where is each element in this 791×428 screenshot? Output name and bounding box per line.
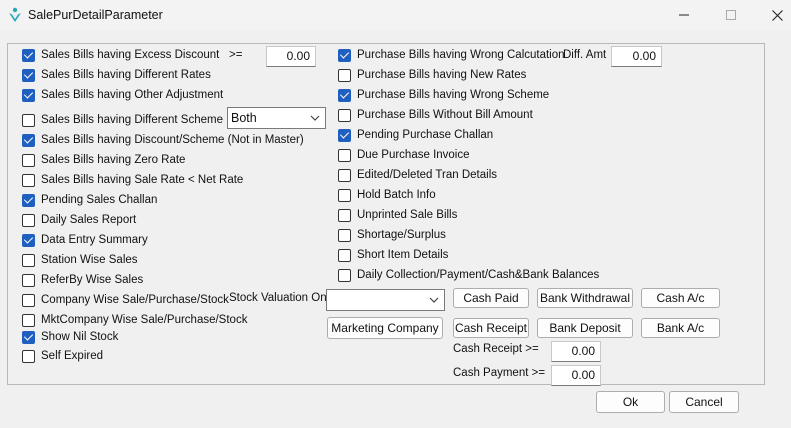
checkbox[interactable] <box>22 88 35 102</box>
checkbox[interactable] <box>22 233 35 247</box>
diff-amt-input[interactable]: 0.00 <box>611 46 662 67</box>
scheme-type-select[interactable]: Both <box>227 107 326 129</box>
cash-receipt-filter-label: Cash Receipt >= <box>453 343 539 355</box>
cash-paid-button[interactable]: Cash Paid <box>453 288 529 308</box>
minimize-button[interactable] <box>669 4 699 26</box>
diff-amt-label: Diff. Amt <box>563 49 607 61</box>
checkbox[interactable] <box>338 48 351 62</box>
checkbox[interactable] <box>338 208 351 222</box>
option-sales-other-adjustment[interactable]: Sales Bills having Other Adjustment <box>22 87 223 103</box>
bank-withdrawal-button[interactable]: Bank Withdrawal <box>537 288 633 308</box>
checkbox[interactable] <box>22 68 35 82</box>
checkbox[interactable] <box>338 168 351 182</box>
chevron-down-icon <box>429 297 439 303</box>
checkbox[interactable] <box>338 148 351 162</box>
option-sales-rate-below-net[interactable]: Sales Bills having Sale Rate < Net Rate <box>22 172 243 188</box>
checkbox[interactable] <box>22 313 35 327</box>
cash-ac-button[interactable]: Cash A/c <box>641 288 720 308</box>
excess-discount-operator: >= <box>229 49 243 61</box>
option-purchase-wrong-scheme[interactable]: Purchase Bills having Wrong Scheme <box>338 87 549 103</box>
checkbox[interactable] <box>22 293 35 307</box>
checkbox[interactable] <box>338 88 351 102</box>
checkbox[interactable] <box>22 330 35 344</box>
checkbox[interactable] <box>22 48 35 62</box>
cash-receipt-filter-input[interactable]: 0.00 <box>551 341 601 362</box>
close-button[interactable] <box>762 4 791 26</box>
checkbox[interactable] <box>338 188 351 202</box>
option-sales-different-scheme[interactable]: Sales Bills having Different Scheme <box>22 112 223 128</box>
checkbox[interactable] <box>338 108 351 122</box>
maximize-button[interactable] <box>716 4 746 26</box>
scheme-type-value: Both <box>231 111 257 125</box>
option-pending-sales-challan[interactable]: Pending Sales Challan <box>22 192 157 208</box>
checkbox[interactable] <box>22 253 35 267</box>
ok-button[interactable]: Ok <box>596 391 665 413</box>
option-edited-deleted-tran[interactable]: Edited/Deleted Tran Details <box>338 167 497 183</box>
option-company-wise-stock[interactable]: Company Wise Sale/Purchase/Stock <box>22 292 229 308</box>
stock-valuation-select[interactable] <box>326 289 445 311</box>
cancel-button[interactable]: Cancel <box>669 391 739 413</box>
option-purchase-wrong-calculation[interactable]: Purchase Bills having Wrong Calcutation <box>338 47 565 63</box>
option-self-expired[interactable]: Self Expired <box>22 348 103 364</box>
marketing-company-button[interactable]: Marketing Company <box>327 317 443 339</box>
bank-ac-button[interactable]: Bank A/c <box>641 318 720 338</box>
checkbox[interactable] <box>338 248 351 262</box>
cash-payment-filter-input[interactable]: 0.00 <box>551 365 601 386</box>
minimize-icon <box>679 14 689 16</box>
checkbox[interactable] <box>22 153 35 167</box>
option-daily-collection[interactable]: Daily Collection/Payment/Cash&Bank Balan… <box>338 267 599 283</box>
bank-deposit-button[interactable]: Bank Deposit <box>537 318 633 338</box>
checkbox[interactable] <box>22 273 35 287</box>
stock-valuation-label: Stock Valuation On <box>229 292 327 304</box>
checkbox[interactable] <box>22 193 35 207</box>
checkbox[interactable] <box>338 128 351 142</box>
option-station-wise-sales[interactable]: Station Wise Sales <box>22 252 138 268</box>
option-show-nil-stock[interactable]: Show Nil Stock <box>22 329 118 345</box>
option-short-item-details[interactable]: Short Item Details <box>338 247 448 263</box>
option-sales-different-rates[interactable]: Sales Bills having Different Rates <box>22 67 211 83</box>
title-bar: SalePurDetailParameter <box>0 0 791 30</box>
checkbox[interactable] <box>338 268 351 282</box>
checkbox[interactable] <box>22 133 35 147</box>
window-title: SalePurDetailParameter <box>28 8 163 22</box>
option-daily-sales-report[interactable]: Daily Sales Report <box>22 212 136 228</box>
checkbox[interactable] <box>22 173 35 187</box>
option-shortage-surplus[interactable]: Shortage/Surplus <box>338 227 446 243</box>
option-sales-excess-discount[interactable]: Sales Bills having Excess Discount <box>22 47 219 63</box>
cash-receipt-button[interactable]: Cash Receipt <box>453 318 529 338</box>
excess-discount-input[interactable]: 0.00 <box>266 46 316 67</box>
option-purchase-new-rates[interactable]: Purchase Bills having New Rates <box>338 67 526 83</box>
checkbox[interactable] <box>22 349 35 363</box>
cash-payment-filter-label: Cash Payment >= <box>453 367 546 379</box>
option-due-purchase-invoice[interactable]: Due Purchase Invoice <box>338 147 470 163</box>
checkbox[interactable] <box>338 68 351 82</box>
app-logo-icon <box>9 7 21 22</box>
checkbox[interactable] <box>22 113 35 127</box>
option-purchase-without-amount[interactable]: Purchase Bills Without Bill Amount <box>338 107 533 123</box>
option-unprinted-sale-bills[interactable]: Unprinted Sale Bills <box>338 207 457 223</box>
maximize-icon <box>726 10 736 20</box>
option-pending-purchase-challan[interactable]: Pending Purchase Challan <box>338 127 493 143</box>
option-sales-zero-rate[interactable]: Sales Bills having Zero Rate <box>22 152 185 168</box>
checkbox[interactable] <box>338 228 351 242</box>
option-referby-wise-sales[interactable]: ReferBy Wise Sales <box>22 272 143 288</box>
chevron-down-icon <box>310 115 320 121</box>
option-mktcompany-wise-stock[interactable]: MktCompany Wise Sale/Purchase/Stock <box>22 312 247 328</box>
option-data-entry-summary[interactable]: Data Entry Summary <box>22 232 148 248</box>
close-icon <box>771 9 783 21</box>
option-sales-discount-not-in-master[interactable]: Sales Bills having Discount/Scheme (Not … <box>22 132 304 148</box>
checkbox[interactable] <box>22 213 35 227</box>
option-hold-batch-info[interactable]: Hold Batch Info <box>338 187 436 203</box>
